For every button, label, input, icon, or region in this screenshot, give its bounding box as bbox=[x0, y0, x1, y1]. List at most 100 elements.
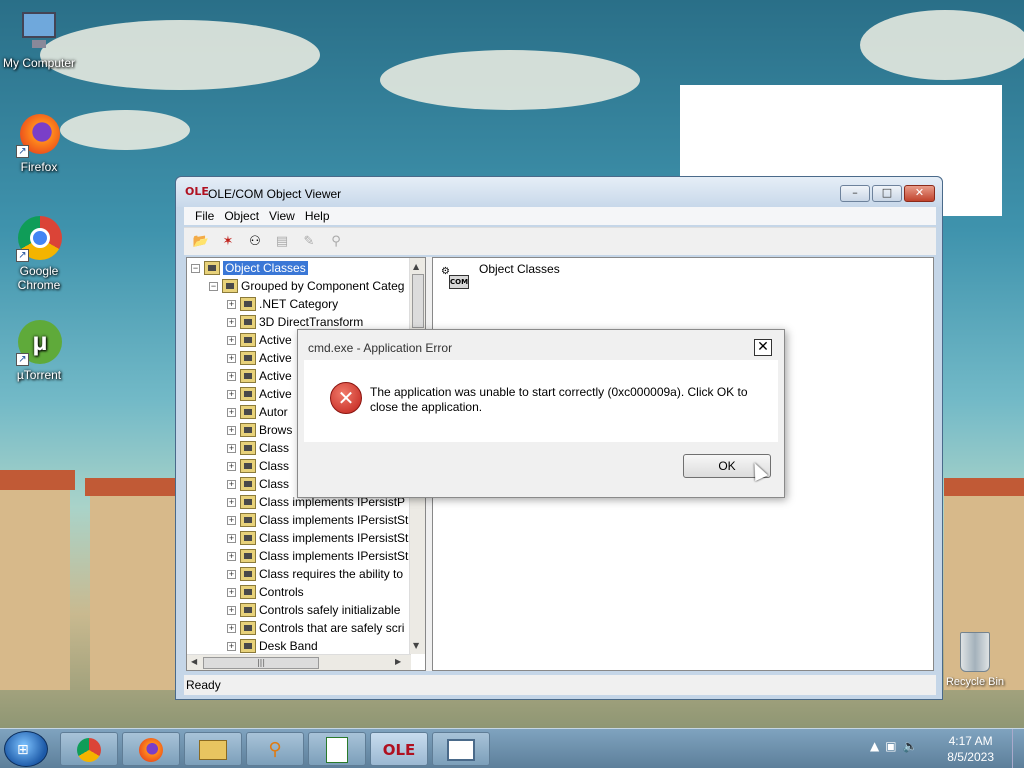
scroll-left-icon[interactable]: ◀ bbox=[191, 657, 197, 666]
chrome-icon bbox=[77, 738, 101, 762]
tree-group[interactable]: − Grouped by Component Categ bbox=[209, 277, 404, 295]
connect-icon[interactable]: ✶ bbox=[219, 233, 237, 251]
tree-item[interactable]: + Controls bbox=[227, 583, 304, 601]
scroll-down-icon[interactable]: ▼ bbox=[413, 641, 419, 650]
taskbar-chrome[interactable] bbox=[60, 732, 118, 766]
taskbar-search[interactable]: ⚲ bbox=[246, 732, 304, 766]
tree-item[interactable]: + Class bbox=[227, 457, 289, 475]
expand-icon[interactable]: + bbox=[227, 407, 236, 417]
tree-item[interactable]: + Desk Band bbox=[227, 637, 318, 654]
edit-icon[interactable]: ✎ bbox=[300, 233, 318, 251]
open-folder-icon[interactable]: 📂 bbox=[192, 233, 210, 251]
folder-icon bbox=[240, 423, 256, 437]
expand-icon[interactable]: + bbox=[227, 353, 236, 363]
scroll-right-icon[interactable]: ▶ bbox=[395, 657, 401, 666]
clock-time: 4:17 AM bbox=[948, 734, 993, 748]
firefox-icon: ↗ bbox=[16, 112, 62, 158]
volume-muted-icon[interactable]: 🔈 bbox=[903, 739, 924, 753]
tree-item[interactable]: + Active bbox=[227, 385, 292, 403]
close-button[interactable]: ✕ bbox=[904, 185, 935, 202]
expand-icon[interactable]: + bbox=[227, 515, 236, 525]
expand-icon[interactable]: + bbox=[227, 389, 236, 399]
expand-icon[interactable]: + bbox=[227, 605, 236, 615]
tree-item[interactable]: + Autor bbox=[227, 403, 288, 421]
expand-icon[interactable]: + bbox=[227, 335, 236, 345]
folder-icon bbox=[240, 621, 256, 635]
tree-item[interactable]: + Class bbox=[227, 475, 289, 493]
hierarchy-icon[interactable]: ⚇ bbox=[246, 233, 264, 251]
expand-icon[interactable]: + bbox=[227, 299, 236, 309]
tree-item[interactable]: + Active bbox=[227, 367, 292, 385]
menu-bar: File Object View Help bbox=[184, 207, 936, 225]
expand-icon[interactable]: + bbox=[227, 569, 236, 579]
scroll-thumb[interactable]: ||| bbox=[203, 657, 319, 669]
show-desktop-button[interactable] bbox=[1012, 729, 1024, 768]
folder-icon bbox=[240, 495, 256, 509]
tree-horizontal-scrollbar[interactable]: ◀ ||| ▶ bbox=[187, 654, 411, 670]
collapse-icon[interactable]: − bbox=[191, 263, 200, 273]
scroll-thumb[interactable] bbox=[412, 274, 424, 328]
detail-title: Object Classes bbox=[479, 262, 560, 276]
start-button[interactable]: ⊞ bbox=[4, 731, 48, 767]
folder-icon bbox=[240, 351, 256, 365]
expand-icon[interactable]: + bbox=[227, 497, 236, 507]
tree-item[interactable]: + Active bbox=[227, 331, 292, 349]
tree-item-label: Controls bbox=[259, 585, 304, 599]
tree-item-label: Class implements IPersistSt bbox=[259, 531, 409, 545]
folder-icon bbox=[240, 585, 256, 599]
taskbar-window[interactable] bbox=[432, 732, 490, 766]
taskbar-notepad[interactable] bbox=[308, 732, 366, 766]
desktop-icon-chrome[interactable]: ↗ Google Chrome bbox=[0, 216, 78, 292]
expand-icon[interactable]: + bbox=[227, 587, 236, 597]
dialog-close-button[interactable]: ✕ bbox=[754, 339, 772, 356]
tree-item[interactable]: + Class requires the ability to bbox=[227, 565, 403, 583]
clock[interactable]: 4:17 AM 8/5/2023 bbox=[947, 733, 994, 765]
menu-file[interactable]: File bbox=[190, 207, 219, 225]
tree-item[interactable]: + Controls safely initializable bbox=[227, 601, 400, 619]
folder-icon bbox=[240, 369, 256, 383]
expand-icon[interactable]: + bbox=[227, 533, 236, 543]
expand-icon[interactable]: + bbox=[227, 641, 236, 651]
maximize-button[interactable]: □ bbox=[872, 185, 902, 202]
network-icon[interactable]: ▣ bbox=[885, 739, 902, 753]
tree-item[interactable]: + Active bbox=[227, 349, 292, 367]
menu-help[interactable]: Help bbox=[300, 207, 335, 225]
copy-icon[interactable]: ▤ bbox=[273, 233, 291, 251]
tree-item[interactable]: + Controls that are safely scri bbox=[227, 619, 404, 637]
minimize-button[interactable]: – bbox=[840, 185, 870, 202]
tree-item-label: .NET Category bbox=[259, 297, 339, 311]
taskbar-firefox[interactable] bbox=[122, 732, 180, 766]
expand-icon[interactable]: + bbox=[227, 425, 236, 435]
expand-icon[interactable]: + bbox=[227, 371, 236, 381]
expand-icon[interactable]: + bbox=[227, 317, 236, 327]
taskbar-olecom[interactable]: OLE bbox=[370, 732, 428, 766]
expand-icon[interactable]: + bbox=[227, 551, 236, 561]
notepad-icon bbox=[326, 737, 348, 763]
taskbar-explorer[interactable] bbox=[184, 732, 242, 766]
tray-expand-icon[interactable]: ▲ bbox=[870, 739, 885, 753]
desktop-icon-my-computer[interactable]: My Computer bbox=[0, 8, 78, 70]
desktop-icon-recycle-bin[interactable]: Recycle Bin bbox=[944, 632, 1006, 688]
binoculars-icon[interactable]: ⚲ bbox=[327, 233, 345, 251]
dialog-title-bar[interactable]: cmd.exe - Application Error ✕ bbox=[304, 336, 778, 360]
tree-item[interactable]: + Brows bbox=[227, 421, 292, 439]
collapse-icon[interactable]: − bbox=[209, 281, 218, 291]
expand-icon[interactable]: + bbox=[227, 623, 236, 633]
scroll-up-icon[interactable]: ▲ bbox=[413, 262, 419, 271]
tree-root[interactable]: − Object Classes bbox=[191, 259, 308, 277]
cloud bbox=[860, 10, 1024, 80]
expand-icon[interactable]: + bbox=[227, 461, 236, 471]
tree-item[interactable]: + Class implements IPersistSt bbox=[227, 529, 408, 547]
expand-icon[interactable]: + bbox=[227, 443, 236, 453]
desktop-icon-firefox[interactable]: ↗ Firefox bbox=[0, 112, 78, 174]
menu-view[interactable]: View bbox=[264, 207, 300, 225]
expand-icon[interactable]: + bbox=[227, 479, 236, 489]
menu-object[interactable]: Object bbox=[219, 207, 264, 225]
tree-item[interactable]: + .NET Category bbox=[227, 295, 338, 313]
tree-item[interactable]: + Class implements IPersistSt bbox=[227, 547, 408, 565]
title-bar[interactable]: OLE OLE/COM Object Viewer – □ ✕ bbox=[176, 177, 942, 207]
tree-item[interactable]: + Class implements IPersistSt bbox=[227, 511, 408, 529]
tree-item[interactable]: + Class bbox=[227, 439, 289, 457]
desktop-icon-utorrent[interactable]: µ ↗ µTorrent bbox=[0, 320, 78, 382]
cloud bbox=[40, 20, 320, 90]
